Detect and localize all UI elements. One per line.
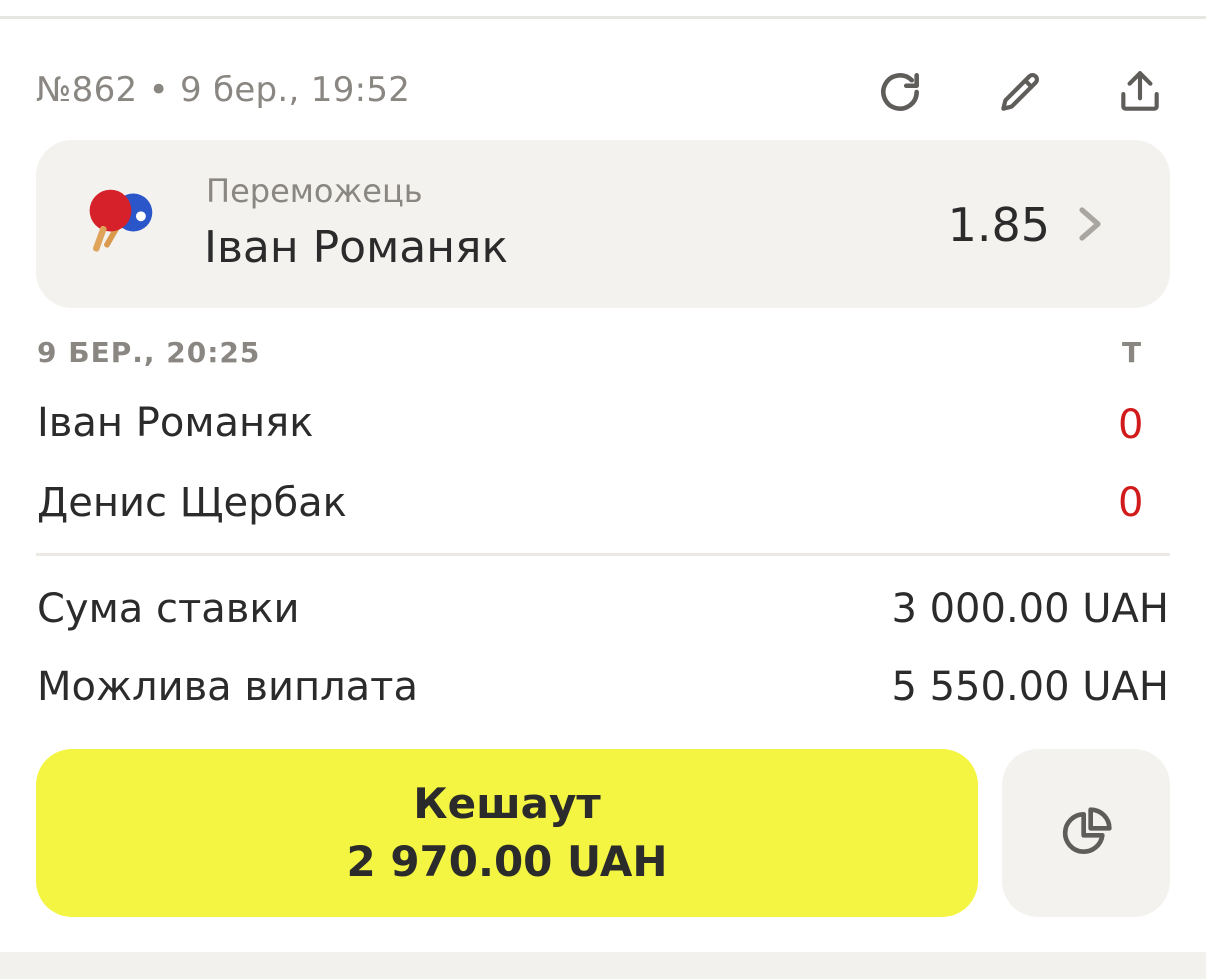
payout-value: 5 550.00 UAH xyxy=(891,664,1169,710)
score-column-header: Т xyxy=(1122,336,1142,369)
stake-value: 3 000.00 UAH xyxy=(891,586,1169,632)
cashout-amount: 2 970.00 UAH xyxy=(346,837,668,886)
selection-name: Іван Романяк xyxy=(204,222,509,273)
edit-button[interactable] xyxy=(988,60,1052,124)
cashout-label: Кешаут xyxy=(413,779,601,828)
player-1-name: Іван Романяк xyxy=(37,400,314,446)
player-2-name: Денис Щербак xyxy=(37,480,347,526)
divider xyxy=(36,553,1170,556)
cashout-button[interactable]: Кешаут 2 970.00 UAH xyxy=(36,749,978,917)
share-icon xyxy=(1121,71,1159,111)
refresh-button[interactable] xyxy=(868,60,932,124)
stake-label: Сума ставки xyxy=(37,586,300,632)
bet-card: №862 • 9 бер., 19:52 Переможець Іван Ром… xyxy=(0,0,1206,952)
pie-chart-icon xyxy=(1062,807,1112,854)
refresh-icon xyxy=(881,73,919,111)
odds-value: 1.85 xyxy=(947,198,1050,252)
bet-number-and-time: №862 • 9 бер., 19:52 xyxy=(36,70,411,110)
player-2-score: 0 xyxy=(1118,480,1144,526)
top-divider xyxy=(0,16,1206,19)
player-1-score: 0 xyxy=(1118,402,1144,448)
payout-label: Можлива виплата xyxy=(37,664,418,710)
pencil-icon xyxy=(1001,73,1039,111)
selection-row[interactable]: Переможець Іван Романяк 1.85 xyxy=(36,140,1170,308)
event-date: 9 БЕР., 20:25 xyxy=(37,336,261,369)
market-label: Переможець xyxy=(206,172,423,210)
share-button[interactable] xyxy=(1108,60,1172,124)
bet-header: №862 • 9 бер., 19:52 xyxy=(36,60,1170,124)
partial-cashout-button[interactable] xyxy=(1002,749,1170,917)
table-tennis-icon xyxy=(89,189,153,252)
chevron-right-icon xyxy=(1079,207,1101,241)
